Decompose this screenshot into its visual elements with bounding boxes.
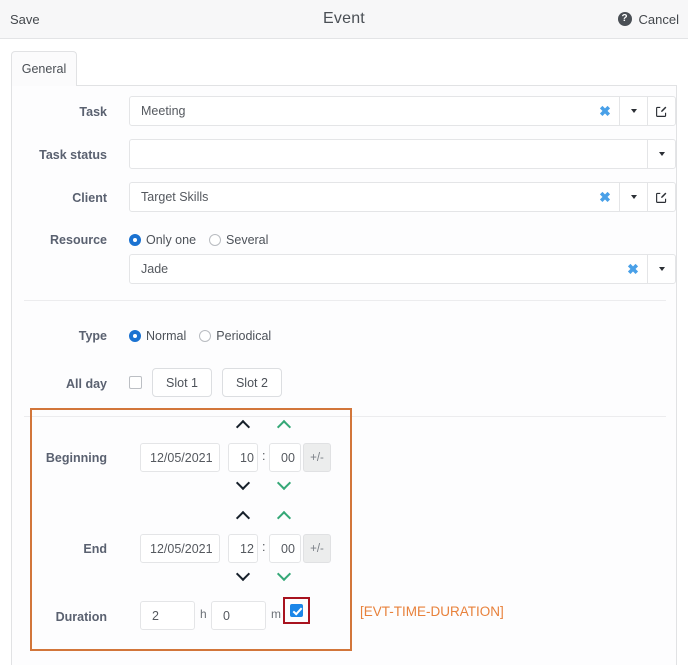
beginning-time-separator: : [262, 449, 265, 463]
resource-option-label: Only one [146, 233, 196, 247]
client-edit-icon[interactable] [648, 182, 675, 212]
resource-option-label: Several [226, 233, 268, 247]
resource-dropdown-icon[interactable] [648, 254, 675, 284]
duration-label: Duration [12, 610, 107, 624]
task-dropdown-icon[interactable] [620, 96, 647, 126]
resource-clear-icon[interactable]: ✖ [619, 261, 647, 278]
end-hour-input[interactable]: 12 [228, 534, 258, 563]
resource-radio-group: Only one Several [129, 233, 274, 247]
resource-label: Resource [12, 233, 107, 247]
client-value[interactable]: Target Skills [130, 190, 591, 204]
all-day-checkbox[interactable] [129, 376, 142, 389]
cancel-button[interactable]: Cancel [639, 12, 679, 27]
resource-field[interactable]: Jade ✖ [129, 254, 676, 284]
task-label: Task [12, 105, 107, 119]
type-radio-group: Normal Periodical [129, 329, 277, 343]
duration-minutes-input[interactable]: 0 [211, 601, 266, 630]
resource-option-only-one[interactable]: Only one [129, 233, 196, 247]
task-value[interactable]: Meeting [130, 104, 591, 118]
annotation-label: [EVT-TIME-DURATION] [360, 604, 504, 619]
beginning-hour-input[interactable]: 10 [228, 443, 258, 472]
type-option-label: Periodical [216, 329, 271, 343]
duration-hours-input[interactable]: 2 [140, 601, 195, 630]
tab-bar: General [0, 39, 688, 86]
radio-icon[interactable] [129, 234, 141, 246]
task-status-dropdown-icon[interactable] [648, 139, 675, 169]
client-clear-icon[interactable]: ✖ [591, 189, 619, 206]
section-divider [24, 300, 666, 301]
task-status-label: Task status [12, 148, 107, 162]
beginning-hour-up-icon[interactable] [236, 420, 252, 431]
slot-2-button[interactable]: Slot 2 [222, 368, 282, 397]
client-field[interactable]: Target Skills ✖ [129, 182, 676, 212]
type-label: Type [12, 329, 107, 343]
beginning-minute-up-icon[interactable] [277, 420, 293, 431]
beginning-date-input[interactable]: 12/05/2021 [140, 443, 220, 472]
client-dropdown-icon[interactable] [620, 182, 647, 212]
duration-minutes-unit: m [271, 607, 281, 621]
type-option-label: Normal [146, 329, 186, 343]
end-minute-up-icon[interactable] [277, 511, 293, 522]
beginning-label: Beginning [12, 451, 107, 465]
window-header: Save Event ? Cancel [0, 0, 688, 39]
help-icon[interactable]: ? [618, 12, 632, 26]
task-clear-icon[interactable]: ✖ [591, 103, 619, 120]
beginning-minute-down-icon[interactable] [277, 478, 293, 489]
slot-1-button[interactable]: Slot 1 [152, 368, 212, 397]
duration-hours-unit: h [200, 607, 207, 621]
end-plusminus-button[interactable]: +/- [303, 534, 331, 563]
end-label: End [12, 542, 107, 556]
end-minute-down-icon[interactable] [277, 569, 293, 580]
duration-checkbox-focus-frame [283, 597, 310, 624]
type-option-periodical[interactable]: Periodical [199, 329, 271, 343]
end-date-input[interactable]: 12/05/2021 [140, 534, 220, 563]
duration-checkbox[interactable] [290, 604, 303, 617]
task-edit-icon[interactable] [648, 96, 675, 126]
type-option-normal[interactable]: Normal [129, 329, 186, 343]
client-label: Client [12, 191, 107, 205]
beginning-hour-down-icon[interactable] [236, 478, 252, 489]
radio-icon[interactable] [209, 234, 221, 246]
header-actions: ? Cancel [618, 12, 679, 27]
page-title: Event [0, 10, 688, 28]
all-day-label: All day [12, 377, 107, 391]
resource-option-several[interactable]: Several [209, 233, 268, 247]
save-button[interactable]: Save [10, 12, 40, 27]
radio-icon[interactable] [129, 330, 141, 342]
end-minute-input[interactable]: 00 [269, 534, 301, 563]
resource-value[interactable]: Jade [130, 262, 619, 276]
beginning-minute-input[interactable]: 00 [269, 443, 301, 472]
tab-general[interactable]: General [11, 51, 77, 86]
task-status-field[interactable] [129, 139, 676, 169]
section-divider [24, 416, 666, 417]
radio-icon[interactable] [199, 330, 211, 342]
beginning-plusminus-button[interactable]: +/- [303, 443, 331, 472]
end-hour-down-icon[interactable] [236, 569, 252, 580]
end-hour-up-icon[interactable] [236, 511, 252, 522]
form-panel: Task Meeting ✖ Task status Client Target… [11, 86, 677, 665]
task-field[interactable]: Meeting ✖ [129, 96, 676, 126]
end-time-separator: : [262, 540, 265, 554]
all-day-controls: Slot 1 Slot 2 [129, 368, 282, 397]
